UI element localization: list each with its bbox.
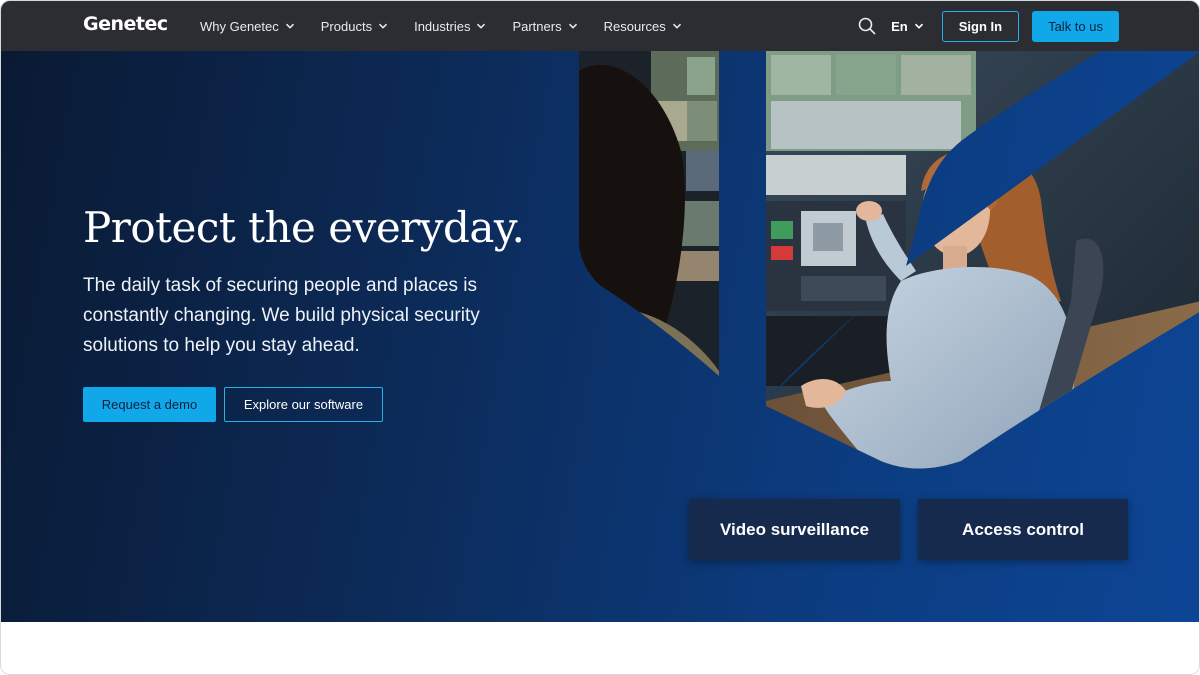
- request-demo-button[interactable]: Request a demo: [83, 387, 216, 422]
- explore-software-button[interactable]: Explore our software: [224, 387, 383, 422]
- top-nav: Genetec Why Genetec Products Industries: [1, 1, 1199, 51]
- genetec-logo[interactable]: Genetec: [83, 13, 168, 35]
- chevron-down-icon: [285, 21, 295, 31]
- nav-item-label: Why Genetec: [200, 18, 279, 34]
- nav-item-why-genetec[interactable]: Why Genetec: [200, 19, 295, 34]
- access-control-card[interactable]: Access control: [918, 499, 1128, 560]
- page-frame: Genetec Why Genetec Products Industries: [0, 0, 1200, 675]
- nav-item-label: Partners: [512, 18, 562, 34]
- chevron-down-icon: [914, 21, 924, 31]
- sign-in-button[interactable]: Sign In: [941, 10, 1020, 42]
- language-selector[interactable]: En: [891, 19, 924, 34]
- chevron-down-icon: [568, 21, 578, 31]
- nav-item-label: Resources: [603, 18, 666, 34]
- hero-title: Protect the everyday.: [83, 203, 525, 252]
- talk-to-us-button[interactable]: Talk to us: [1032, 10, 1119, 42]
- language-label: En: [891, 18, 908, 34]
- nav-item-products[interactable]: Products: [321, 19, 388, 34]
- nav-item-partners[interactable]: Partners: [512, 19, 577, 34]
- nav-item-industries[interactable]: Industries: [414, 19, 486, 34]
- nav-menu: Why Genetec Products Industries Partners: [200, 1, 708, 51]
- chevron-down-icon: [378, 21, 388, 31]
- hero-subtitle: The daily task of securing people and pl…: [83, 275, 480, 356]
- chevron-down-icon: [476, 21, 486, 31]
- hero-section: Protect the everyday. The daily task of …: [1, 51, 1199, 622]
- video-surveillance-card[interactable]: Video surveillance: [689, 499, 900, 560]
- nav-item-label: Industries: [414, 18, 471, 34]
- chevron-down-icon: [672, 21, 682, 31]
- search-icon[interactable]: [857, 16, 877, 36]
- nav-item-resources[interactable]: Resources: [604, 19, 682, 34]
- below-fold: [1, 622, 1199, 674]
- nav-item-label: Products: [320, 18, 373, 34]
- nav-actions: En Sign In Talk to us: [857, 1, 1119, 51]
